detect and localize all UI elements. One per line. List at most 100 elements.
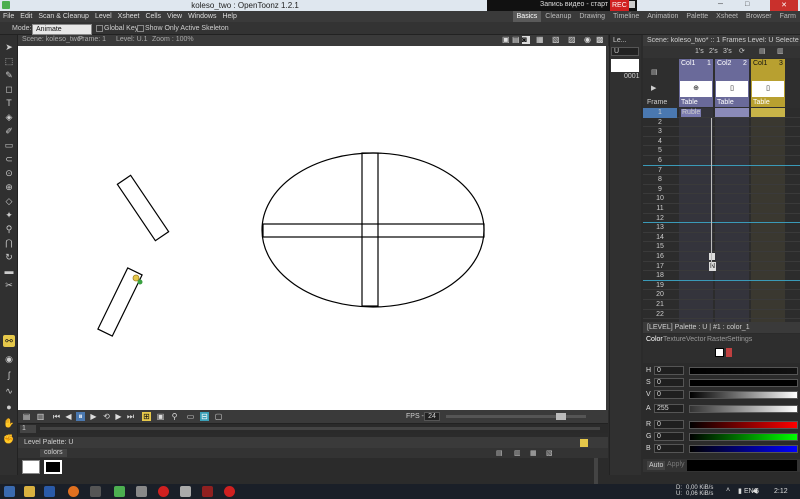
last-frame-icon[interactable]: ⏭ (126, 412, 135, 421)
channel-slider[interactable] (689, 379, 798, 387)
control-point-icon[interactable]: ◇ (3, 195, 15, 207)
video-recorder-bar[interactable]: Запись видео - старт REC (487, 0, 637, 11)
channel-value[interactable]: 0 (654, 444, 684, 453)
opera-icon[interactable] (158, 486, 169, 497)
language-label[interactable]: ENG (744, 488, 759, 495)
tab-settings[interactable]: Settings (727, 336, 752, 343)
explorer-icon[interactable] (24, 486, 35, 497)
frame-slider[interactable] (40, 427, 600, 430)
column-header-1[interactable]: Col1 1 ⊕ Table (679, 59, 713, 107)
flip-icon[interactable]: ⊞ (142, 412, 151, 421)
duplicate-icon[interactable]: ▤ (759, 47, 766, 55)
animate-tool-icon[interactable]: ➤ (3, 41, 15, 53)
pause-icon[interactable]: ⏸ (76, 412, 85, 421)
room-basics[interactable]: Basics (512, 11, 542, 22)
new-column-icon[interactable]: ▤ (651, 68, 658, 76)
channel-slider[interactable] (689, 367, 798, 375)
paint-brush-icon[interactable]: ✐ (3, 125, 15, 137)
skeleton-tool-icon[interactable]: ⚯ (3, 335, 15, 347)
minimize-button[interactable]: ─ (718, 1, 723, 8)
mode-select[interactable]: Animate (32, 24, 92, 35)
auto-apply-checkbox[interactable]: Auto (647, 461, 666, 470)
global-key-checkbox[interactable] (96, 25, 103, 32)
zoom-view-icon[interactable]: ⚲ (170, 412, 179, 421)
menu-xsheet[interactable]: Xsheet (115, 11, 143, 22)
column-pegbar[interactable]: Table (717, 99, 734, 106)
levelstrip-level-select[interactable]: U (611, 47, 639, 56)
cell-level-name[interactable]: Ruble (681, 109, 702, 117)
tab-texture[interactable]: Texture (663, 336, 686, 343)
room-timeline[interactable]: Timeline (609, 11, 643, 22)
color-channel-icon[interactable]: ▭ (186, 412, 195, 421)
xsheet-cell-area[interactable]: 1 Ruble 2 3 4 5 6 7 8 9 10 11 12 13 14 15… (643, 108, 800, 322)
palette-new-style-icon[interactable]: ▦ (530, 449, 537, 457)
reframe-icon[interactable]: ⟳ (739, 47, 745, 55)
layout-icon[interactable]: ▥ (36, 412, 45, 421)
channel-slider[interactable] (689, 421, 798, 429)
step-3s-button[interactable]: 3's (723, 48, 732, 55)
field-guide-icon[interactable]: ▩ (596, 36, 604, 44)
close-button[interactable]: ✕ (770, 0, 798, 11)
tab-raster[interactable]: Raster (707, 336, 728, 343)
fps-field[interactable]: 24 (424, 412, 440, 421)
menu-windows[interactable]: Windows (185, 11, 219, 22)
channel-slider[interactable] (689, 391, 798, 399)
channel-value[interactable]: 255 (654, 404, 684, 413)
app-icon-8[interactable] (180, 486, 191, 497)
prev-frame-icon[interactable]: ◀ (64, 412, 73, 421)
column-header-2[interactable]: Col2 2 ▯ Table (715, 59, 749, 107)
tab-vector[interactable]: Vector (686, 336, 706, 343)
tray-arrow-icon[interactable]: ˄ (726, 487, 730, 494)
style-mode-icon[interactable] (715, 348, 724, 357)
clock[interactable]: 2:12 (774, 488, 788, 495)
menu-scan-cleanup[interactable]: Scan & Cleanup (35, 11, 92, 22)
cutter-tool-icon[interactable]: ✂ (3, 279, 15, 291)
tab-color[interactable]: Color (646, 336, 663, 343)
maximize-button[interactable]: □ (745, 1, 749, 8)
type-tool-icon[interactable]: T (3, 97, 15, 109)
selection-tool-icon[interactable]: ⬚ (3, 55, 15, 67)
room-palette[interactable]: Palette (682, 11, 712, 22)
play-icon[interactable]: ▶ (89, 412, 98, 421)
3d-view-icon[interactable]: ▤ (512, 36, 520, 44)
palette-view-icon[interactable]: ▤ (496, 449, 503, 457)
room-farm[interactable]: Farm (776, 11, 800, 22)
pump-tool-icon[interactable]: ⚲ (3, 223, 15, 235)
channel-slider[interactable] (689, 433, 798, 441)
palette-menu-icon[interactable]: ▧ (546, 449, 553, 457)
bg-color-icon[interactable]: ⊟ (200, 412, 209, 421)
active-skeleton-checkbox[interactable] (137, 25, 144, 32)
channel-value[interactable]: 0 (654, 366, 684, 375)
step-1s-button[interactable]: 1's (695, 48, 704, 55)
drawing-canvas[interactable] (18, 46, 606, 410)
rotate-tool-icon[interactable]: ✋ (3, 417, 15, 429)
fps-slider-handle[interactable] (556, 413, 566, 420)
geometric-tool-icon[interactable]: ◻ (3, 83, 15, 95)
levelstrip-frame-thumb[interactable] (611, 59, 639, 72)
room-drawing[interactable]: Drawing (575, 11, 609, 22)
rec-button[interactable]: REC (610, 0, 629, 11)
channel-value[interactable]: 0 (654, 420, 684, 429)
eraser-tool-icon[interactable]: ▭ (3, 139, 15, 151)
camera-view-icon[interactable]: ▣ (502, 36, 510, 44)
apply-button[interactable]: Apply (667, 461, 685, 468)
column-pegbar[interactable]: Table (681, 99, 698, 106)
pinch-tool-icon[interactable]: ✦ (3, 209, 15, 221)
fill-tool-icon[interactable]: ◈ (3, 111, 15, 123)
start-icon[interactable] (4, 486, 15, 497)
menu-help[interactable]: Help (219, 11, 239, 22)
safe-area-icon[interactable]: ▨ (568, 36, 576, 44)
channel-value[interactable]: 0 (654, 432, 684, 441)
channel-slider[interactable] (689, 445, 798, 453)
freeze-icon[interactable]: ◙ (522, 36, 530, 44)
camera-column-icon[interactable]: ▶ (651, 84, 656, 92)
preview-icon[interactable]: ▦ (536, 36, 544, 44)
eye-icon[interactable]: ◉ (584, 36, 592, 44)
menu-cells[interactable]: Cells (142, 11, 164, 22)
room-cleanup[interactable]: Cleanup (541, 11, 575, 22)
app-icon-6[interactable] (136, 486, 147, 497)
word-icon[interactable] (44, 486, 55, 497)
room-xsheet[interactable]: Xsheet (712, 11, 742, 22)
tracker-tool-icon[interactable]: ◉ (3, 353, 15, 365)
palette-scrollbar[interactable] (594, 458, 598, 486)
